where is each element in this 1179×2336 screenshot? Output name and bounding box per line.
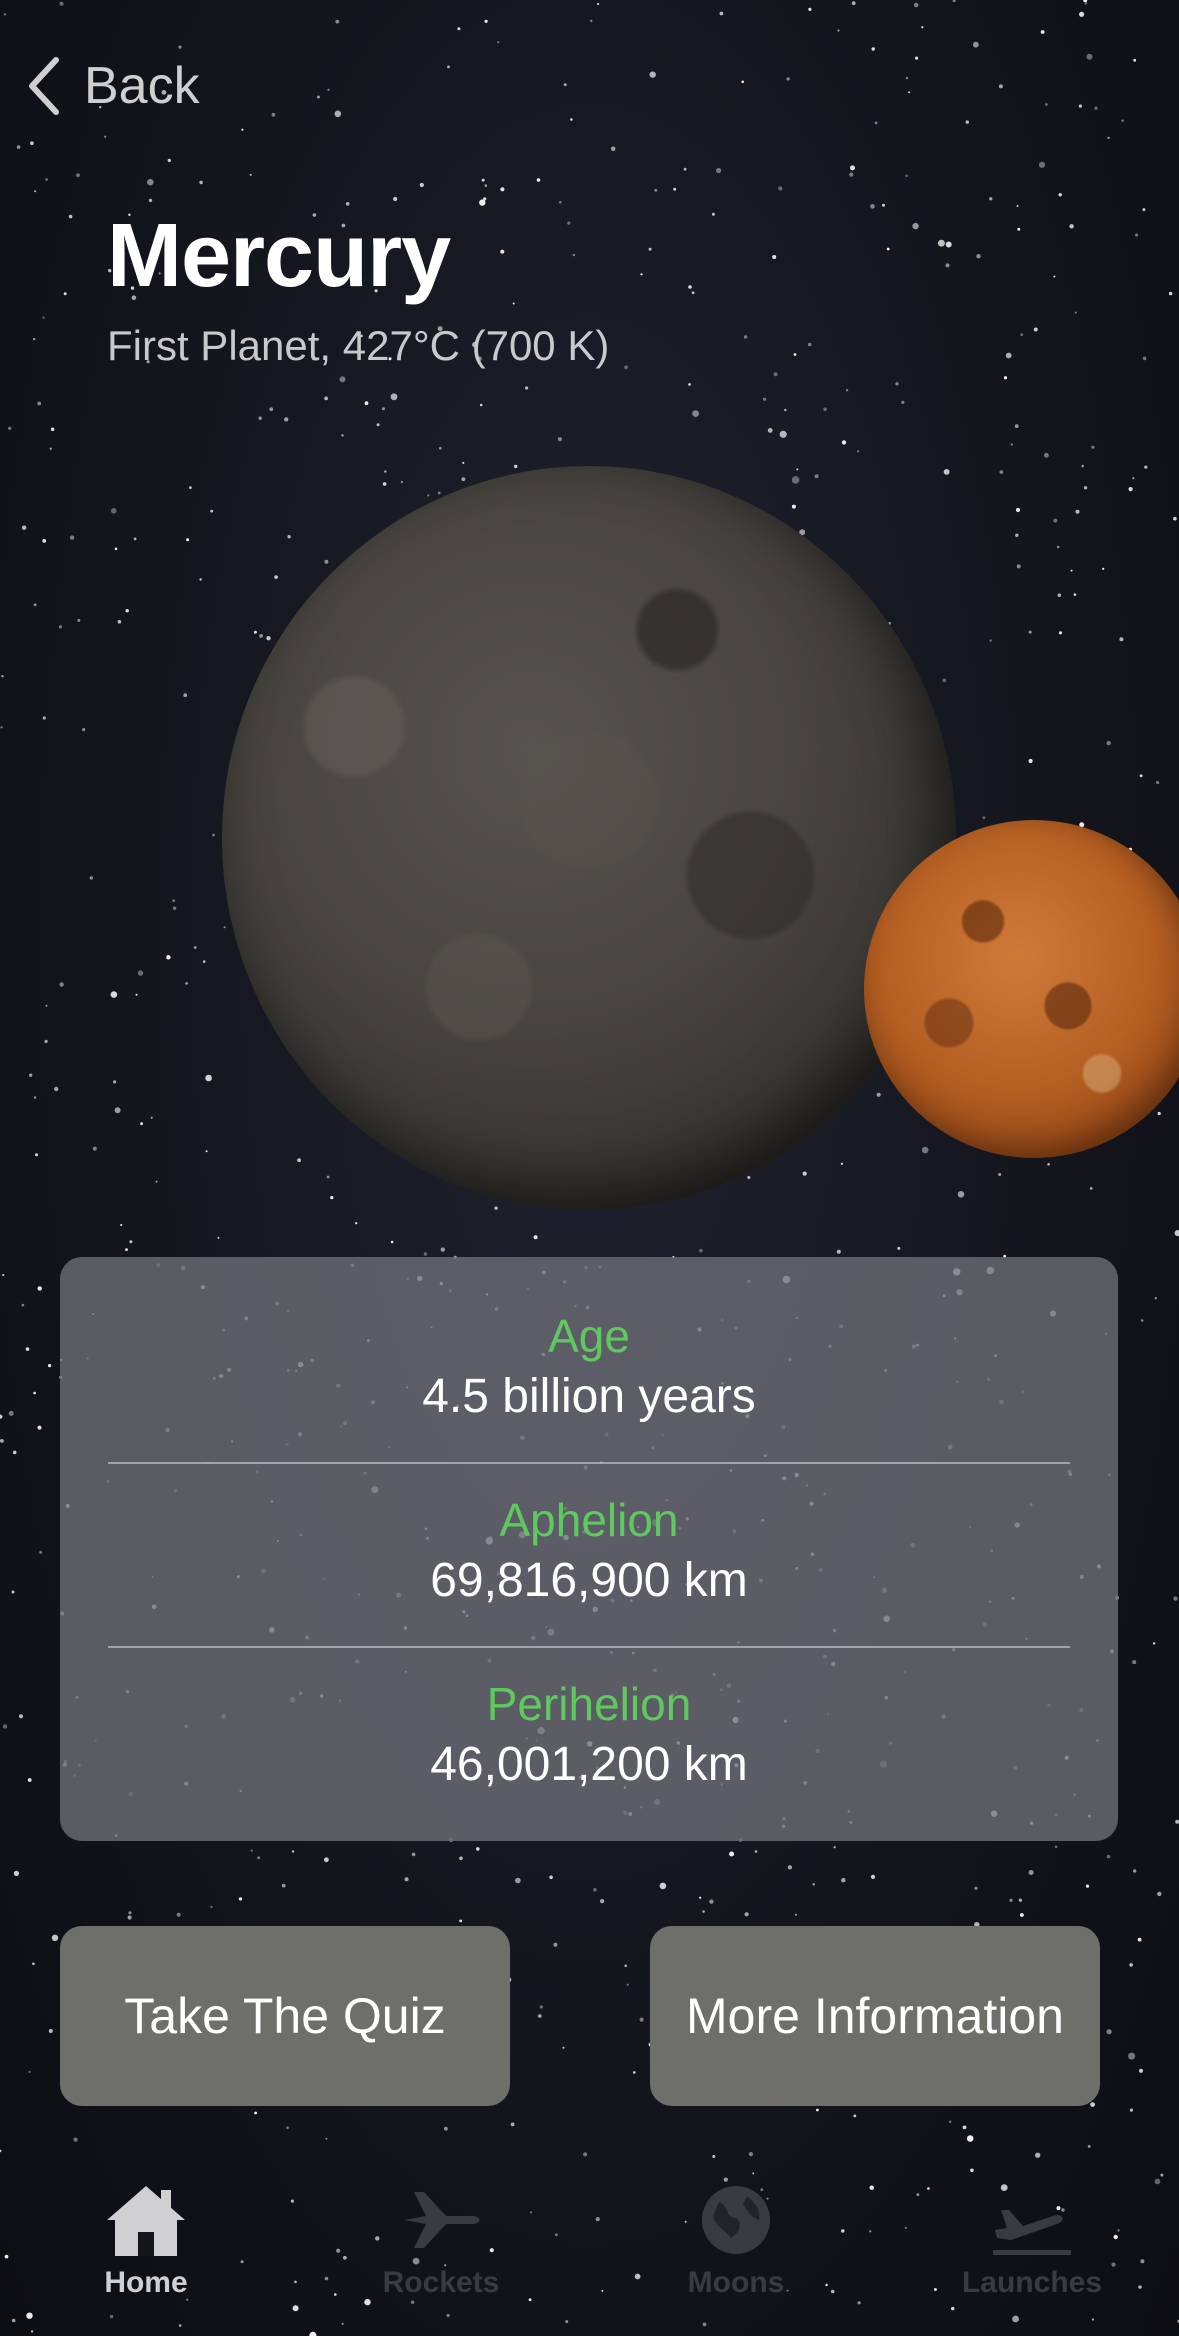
tab-launches[interactable]: Launches: [942, 2180, 1122, 2300]
globe-icon: [646, 2180, 826, 2260]
tab-label: Home: [104, 2266, 188, 2299]
tab-label: Launches: [961, 2266, 1103, 2299]
tab-label: Rockets: [382, 2266, 500, 2299]
airplane-icon: [351, 2180, 531, 2260]
fact-value: 69,816,900 km: [430, 1554, 748, 1607]
planet-facts-card: Age 4.5 billion years Aphelion 69,816,90…: [60, 1257, 1118, 1841]
takeoff-icon: [942, 2180, 1122, 2260]
back-label: Back: [84, 57, 200, 115]
fact-label: Aphelion: [499, 1494, 679, 1546]
chevron-left-icon: [26, 56, 62, 116]
mercury-planet-model[interactable]: [222, 466, 956, 1210]
fact-aphelion: Aphelion 69,816,900 km: [60, 1493, 1118, 1608]
tab-home[interactable]: Home: [56, 2180, 236, 2300]
fact-label: Perihelion: [486, 1678, 692, 1730]
page-title: Mercury: [107, 206, 451, 306]
tab-rockets[interactable]: Rockets: [351, 2180, 531, 2300]
tab-bar: Home Rockets Moons Launches: [0, 2160, 1179, 2336]
fact-perihelion: Perihelion 46,001,200 km: [60, 1677, 1118, 1792]
more-information-button[interactable]: More Information: [650, 1926, 1100, 2106]
tab-label: Moons: [687, 2266, 785, 2299]
page-subtitle: First Planet, 427°C (700 K): [107, 322, 610, 369]
back-button[interactable]: Back: [26, 56, 200, 116]
take-quiz-button[interactable]: Take The Quiz: [60, 1926, 510, 2106]
divider: [108, 1646, 1070, 1648]
fact-value: 46,001,200 km: [430, 1738, 748, 1791]
house-icon: [56, 2180, 236, 2260]
divider: [108, 1462, 1070, 1464]
tab-moons[interactable]: Moons: [646, 2180, 826, 2300]
fact-value: 4.5 billion years: [422, 1370, 756, 1423]
fact-label: Age: [548, 1310, 630, 1362]
fact-age: Age 4.5 billion years: [60, 1309, 1118, 1424]
